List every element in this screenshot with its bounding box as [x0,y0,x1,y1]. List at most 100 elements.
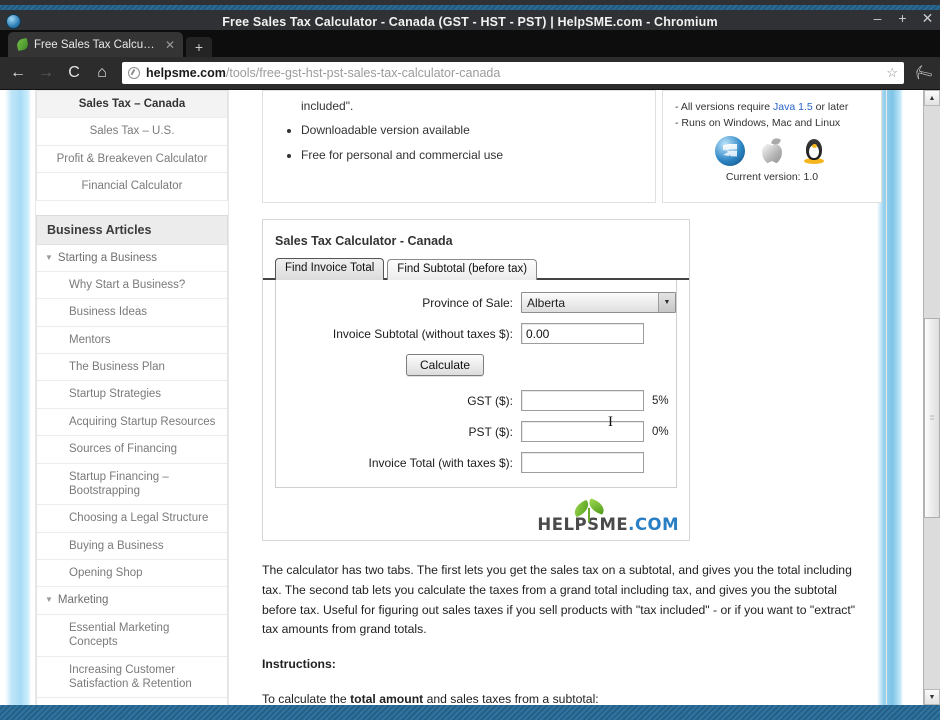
gst-label: GST ($): [467,393,513,408]
req-post: or later [812,101,849,113]
sidebar-article-link[interactable]: Acquiring Startup Resources [37,409,227,437]
page-viewport: Sales Tax – Canada Sales Tax – U.S. Profit… [0,90,940,705]
tab-label: Free Sales Tax Calcula... [34,38,157,51]
sidebar-article-link[interactable]: Startup Strategies [37,381,227,409]
tab-find-invoice-total[interactable]: Find Invoice Total [275,258,385,280]
calculator-nav-block: Sales Tax – Canada Sales Tax – U.S. Profit… [36,90,228,201]
requirements-box: - All versions require Java 1.5 or later… [662,90,882,203]
logo-com: .COM [628,515,679,534]
sidebar-group-2[interactable]: ▼ Marketing [37,587,227,615]
req-pre: - All versions require [675,101,774,113]
reload-icon[interactable]: C [62,61,86,85]
features-list: Downloadable version available Free for … [275,123,643,162]
sidebar-article-link[interactable]: Why Start a Business? [37,272,227,300]
browser-toolbar: ← → C ⌂ helpsme.com/tools/free-gst-hst-p… [0,57,940,90]
bookmark-star-icon[interactable]: ☆ [886,65,898,81]
articles-nav-block: ▼ Starting a Business Why Start a Business… [36,243,228,705]
sidebar-group-label: Marketing [57,594,109,607]
sidebar-article-link[interactable]: The Business Plan [37,354,227,382]
sidebar-article-link[interactable]: Choosing a Legal Structure [37,505,227,533]
total-output[interactable] [521,452,644,473]
business-articles-heading: Business Articles [36,214,228,244]
step-bold: total amount [350,691,424,705]
page-left-edge-gradient [5,90,31,705]
sidebar-item-calculator[interactable]: Sales Tax – U.S. [37,118,227,146]
caret-down-icon: ▼ [45,252,53,262]
page-scrollbar[interactable]: ▲ ▼ [923,90,940,705]
calculate-button[interactable]: Calculate [405,354,485,376]
subtotal-label: Invoice Subtotal (without taxes $): [332,326,513,341]
scroll-down-button[interactable]: ▼ [924,689,940,705]
calculator-form: Province of Sale: Alberta ▼ Invoice Subt… [275,280,677,488]
sidebar-article-link[interactable]: Increasing Customer Satisfaction & Reten… [37,657,227,699]
top-boxes: included". Downloadable version availabl… [262,90,882,203]
close-button[interactable]: ✕ [921,11,934,25]
sidebar-article-link[interactable]: Mentors [37,327,227,354]
tab-close-icon[interactable]: ✕ [165,38,175,52]
web-page: Sales Tax – Canada Sales Tax – U.S. Profit… [0,90,940,705]
tab-find-subtotal[interactable]: Find Subtotal (before tax) [387,259,538,280]
page-info-icon[interactable] [128,67,140,79]
leaf-sprout-icon [571,498,607,522]
sidebar-article-link[interactable]: Essential Marketing Concepts [37,615,227,657]
os-logos [675,135,869,166]
sidebar-article-link[interactable]: Startup Financing – Bootstrapping [37,464,227,506]
subtotal-row: Invoice Subtotal (without taxes $): 0.00 [276,323,676,344]
subtotal-input[interactable]: 0.00 [521,323,644,344]
sidebar-article-link[interactable]: Buying a Business [37,533,227,560]
windows-icon [715,135,745,166]
minimize-button[interactable]: – [871,11,884,25]
pst-output[interactable] [521,421,644,442]
requirement-platforms-line: - Runs on Windows, Mac and Linux [675,117,841,130]
sidebar-item-calculator[interactable]: Profit & Breakeven Calculator [37,146,227,174]
page-rule-mid [228,90,229,705]
sidebar-item-calculator[interactable]: Financial Calculator [37,173,227,201]
window-controls: – + ✕ [871,11,934,25]
caret-down-icon: ▼ [45,595,53,605]
sidebar-article-link[interactable]: Business Ideas [37,299,227,327]
instructions-heading: Instructions: [262,655,860,675]
sidebar-article-link[interactable]: Sources of Financing [37,436,227,464]
sidebar-article-link[interactable]: Determining Demand & Calculating Costs [37,698,227,705]
maximize-button[interactable]: + [896,11,909,25]
forward-icon[interactable]: → [34,61,58,85]
apple-icon [757,136,787,166]
sidebar-group-1[interactable]: ▼ Starting a Business [37,245,227,272]
gst-output[interactable] [521,390,644,411]
feature-item: Downloadable version available [301,123,643,137]
calculator-tabs: Find Invoice Total Find Subtotal (before… [263,258,689,280]
feature-item: Free for personal and commercial use [301,148,643,162]
wrench-menu-icon[interactable]: ⛏ [909,60,937,87]
calculator-footer: HELP SME .COM [263,498,689,540]
address-bar[interactable]: helpsme.com/tools/free-gst-hst-pst-sales… [122,62,904,84]
calculate-row: Calculate [276,354,676,376]
sidebar-item-calculator[interactable]: Sales Tax – Canada [37,91,227,119]
province-selected-value: Alberta [527,295,566,310]
sidebar-group-label: Starting a Business [57,251,158,264]
home-icon[interactable]: ⌂ [90,61,114,85]
article-copy: The calculator has two tabs. The first l… [262,561,860,705]
back-icon[interactable]: ← [6,61,30,85]
new-tab-button[interactable]: + [186,37,212,57]
province-label: Province of Sale: [422,295,513,310]
scroll-up-button[interactable]: ▲ [924,90,940,106]
tab-sales-tax-calculator[interactable]: Free Sales Tax Calcula... ✕ [8,32,183,57]
instructions-heading-text: Instructions: [262,657,336,672]
pst-rate: 0% [652,425,669,438]
url-domain: helpsme.com [146,66,226,80]
tab-strip: Free Sales Tax Calcula... ✕ + [0,30,940,57]
chevron-down-icon[interactable]: ▼ [658,293,675,312]
java-link[interactable]: Java 1.5 [773,101,813,113]
gst-rate: 5% [652,394,669,407]
province-select[interactable]: Alberta ▼ [521,292,676,313]
gst-row: GST ($): 5% [276,390,676,411]
browser-window: Free Sales Tax Calculator - Canada (GST … [0,0,940,720]
requirement-java-line: - All versions require Java 1.5 or later [675,99,869,115]
calculator-title: Sales Tax Calculator - Canada [275,234,453,248]
helpsme-logo: HELP SME .COM [537,498,679,534]
sidebar-article-link[interactable]: Opening Shop [37,560,227,588]
favicon-leaf-icon [15,37,30,52]
scrollbar-thumb[interactable] [924,318,940,518]
sales-tax-calculator-widget: Sales Tax Calculator - Canada Find Invoi… [262,219,690,541]
